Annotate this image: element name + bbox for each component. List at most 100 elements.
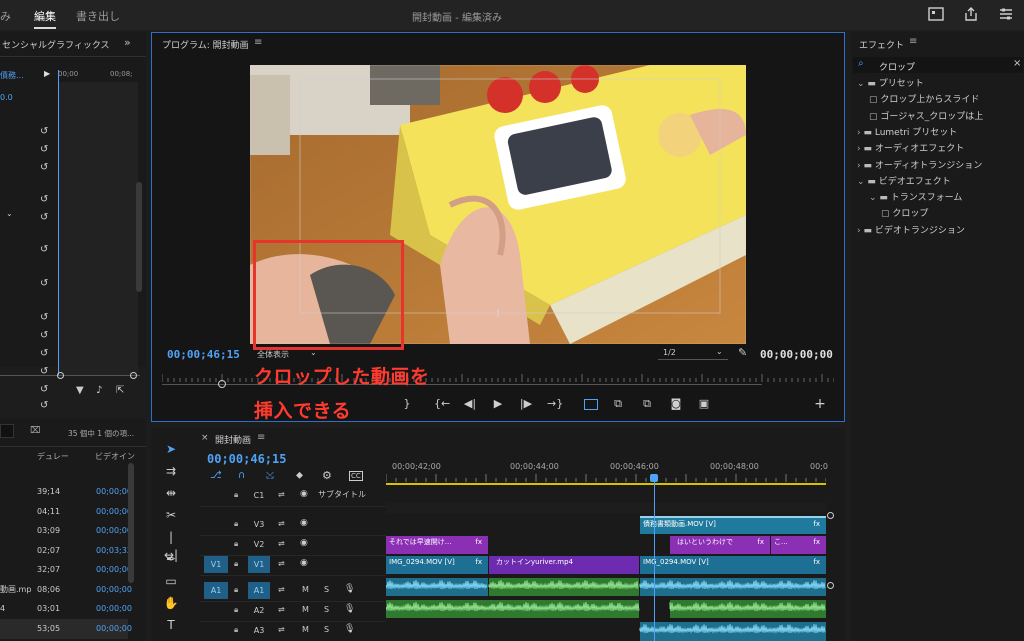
project-row[interactable]: 動画.mp 08;06 00;00;00 [0,580,132,600]
slip-tool-icon[interactable]: |↔| [162,528,180,562]
sync-lock-icon[interactable]: ⇌ [278,519,285,528]
fit-chevron-icon[interactable]: ⌄ [310,348,317,357]
project-row[interactable]: 03;09 00;00;00 [0,521,132,541]
sync-lock-icon[interactable]: ⇌ [278,625,285,634]
solo-icon[interactable]: S [324,605,329,614]
effects-item[interactable]: ▢ クロップ [881,207,928,221]
project-row[interactable]: 04;11 00;00;00 [0,502,132,522]
effects-item[interactable]: ▢ クロップ上からスライド [869,93,979,107]
ripple-edit-tool-icon[interactable]: ⇹ [162,484,180,502]
dropdown-chevron-icon[interactable]: ⌄ [6,209,13,218]
search-input[interactable] [0,424,14,438]
effects-folder[interactable]: › ▬ Lumetri プリセット [857,126,957,140]
timeline-ruler[interactable] [385,458,827,486]
reset-parameter-icon[interactable]: ↺ [40,144,48,155]
fit-dropdown[interactable]: 全体表示 [257,349,289,360]
resolution-dropdown[interactable]: 1/2 ⌄ [658,346,728,360]
project-row[interactable]: 39;14 00;00;00 [0,482,132,502]
track-select-tool-icon[interactable]: ⇉ [162,462,180,480]
playhead-handle[interactable] [650,474,658,482]
audio-zoom-handle[interactable] [827,582,834,589]
effects-folder[interactable]: ⌄ ▬ トランスフォーム [869,191,962,205]
timeline-settings-icon[interactable]: ⚙ [322,469,332,482]
clip-v2-1[interactable]: それでは早速開け... fx [386,536,488,554]
eye-icon[interactable]: ◉ [300,558,308,568]
tab-import[interactable]: み [0,8,11,24]
workspace-menu-icon[interactable] [998,7,1014,21]
effects-item[interactable]: ▢ ゴージャス_クロップは上 [869,110,983,124]
sync-lock-icon[interactable]: ⇌ [278,605,285,614]
export-frame-camera-icon[interactable]: ◙ [669,397,683,411]
type-tool-icon[interactable]: T [162,616,180,634]
zoom-handle-right[interactable] [130,372,137,379]
panel-overflow-icon[interactable]: » [124,36,131,49]
clip-v2-2[interactable]: はいというわけで fx [670,536,770,554]
export-frame-icon[interactable]: ⇱ [116,385,124,396]
reset-parameter-icon[interactable]: ↺ [40,330,48,341]
microphone-icon[interactable]: 🎙︎ [344,604,355,614]
play-button[interactable]: ▶ [491,397,505,411]
lock-icon[interactable]: 🔒︎ [234,519,238,529]
reset-parameter-icon[interactable]: ↺ [40,348,48,359]
program-zoom-bar[interactable] [162,384,762,385]
eye-icon[interactable]: ◉ [300,518,308,528]
play-only-icon[interactable]: ▶ [44,69,50,78]
source-patch-a1[interactable]: A1 [204,582,228,599]
reset-parameter-icon[interactable]: ↺ [40,126,48,137]
go-to-out-icon[interactable]: →} [547,397,563,411]
step-back-icon[interactable]: ◀| [463,397,477,411]
timeline-timecode[interactable]: 00;00;46;15 [207,452,286,466]
clip-v2-3[interactable]: こ... fx [771,536,826,554]
track-label-a1[interactable]: A1 [248,582,270,599]
track-label-c1[interactable]: C1 [248,487,270,504]
track-label-a2[interactable]: A2 [248,602,270,619]
rectangle-tool-icon[interactable]: ▭ [162,572,180,590]
sequence-menu-icon[interactable]: ≡ [257,432,265,443]
solo-icon[interactable]: S [324,585,329,594]
effects-menu-icon[interactable]: ≡ [909,36,917,47]
filter-icon[interactable]: ▼ [76,385,84,396]
quick-export-icon[interactable] [928,7,944,21]
source-patch-v1[interactable]: V1 [204,556,228,573]
add-marker-icon[interactable]: ⬥ [296,470,303,481]
pen-tool-icon[interactable]: ✒ [162,550,180,568]
eye-icon[interactable]: ◉ [300,489,308,499]
work-area-bar[interactable] [386,483,826,485]
project-row[interactable]: 02;07 00;03;32 [0,541,132,561]
sequence-title[interactable]: 開封動画 [215,433,251,446]
effects-folder[interactable]: › ▬ オーディオエフェクト [857,142,964,156]
clip-v3[interactable]: 債務書類動画.MOV [V] fx [640,516,826,534]
zoom-bar[interactable] [0,375,140,376]
column-duration[interactable]: デュレー [37,451,69,462]
mark-out-icon[interactable]: } [400,397,414,411]
audio-only-icon[interactable]: ♪ [96,385,102,396]
share-icon[interactable] [963,7,979,21]
linked-selection-icon[interactable]: ⤩ [266,470,274,481]
tab-export[interactable]: 書き出し [76,8,120,24]
clear-search-icon[interactable]: × [1013,58,1021,69]
reset-parameter-icon[interactable]: ↺ [40,384,48,395]
new-bin-icon[interactable]: ⌧ [30,426,40,436]
captions-icon[interactable]: CC [349,471,363,481]
mini-playhead[interactable] [58,70,59,375]
effects-folder[interactable]: › ▬ ビデオトランジション [857,224,965,238]
project-row[interactable]: 4 03;01 00;00;00 [0,599,132,619]
clip-v1-3[interactable]: IMG_0294.MOV [V] fx [640,556,826,574]
step-forward-icon[interactable]: |▶ [519,397,533,411]
razor-tool-icon[interactable]: ✂ [162,506,180,524]
safe-margins-icon[interactable] [584,399,598,410]
program-timecode[interactable]: 00;00;46;15 [167,348,240,361]
track-label-v1[interactable]: V1 [248,556,270,573]
reset-parameter-icon[interactable]: ↺ [40,212,48,223]
settings-wrench-icon[interactable]: ✎ [738,346,747,359]
mute-icon[interactable]: M [302,605,309,614]
nest-icon[interactable]: ⎇ [210,470,222,481]
project-row[interactable]: 53;05 00;00;00 [0,618,132,639]
tab-edit[interactable]: 編集 [34,8,56,29]
clip-v1-1[interactable]: IMG_0294.MOV [V] fx [386,556,488,574]
add-button-icon[interactable]: + [813,397,827,411]
sync-lock-icon[interactable]: ⇌ [278,490,285,499]
hand-tool-icon[interactable]: ✋ [162,594,180,612]
compare-icon[interactable]: ▣ [697,397,711,411]
value-field[interactable]: 0.0 [0,93,13,102]
